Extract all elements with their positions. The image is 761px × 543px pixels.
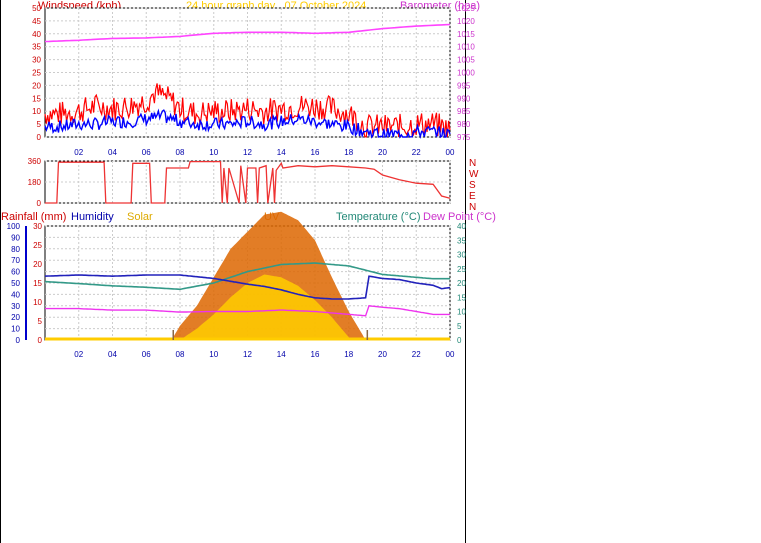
- wind-x-tick-label: 14: [277, 148, 286, 157]
- solar-legend: Solar: [127, 211, 153, 223]
- rainfall-y-tick-label: 5: [38, 317, 43, 326]
- temp-x-tick-label: 02: [74, 350, 83, 359]
- temp-x-tick-label: 12: [243, 350, 252, 359]
- barometer-y-tick-label: 985: [457, 107, 471, 116]
- temperature-y-tick-label: 25: [457, 265, 466, 274]
- compass-e: E: [469, 191, 476, 202]
- weather-chart: Windspeed (kph) 24 hour graph day , 07 O…: [0, 0, 496, 543]
- temp-x-tick-label: 22: [412, 350, 421, 359]
- compass-n-bottom: N: [469, 202, 476, 213]
- compass-n-top: N: [469, 158, 476, 169]
- temperature-legend: Temperature (°C): [336, 211, 420, 223]
- temperature-y-tick-label: 0: [457, 336, 462, 345]
- wind-barometer-panel: 0510152025303540455097598098599099510001…: [32, 4, 475, 157]
- humidity-y-tick-label: 20: [11, 313, 20, 322]
- temperature-y-tick-label: 35: [457, 236, 466, 245]
- humidity-y-tick-label: 10: [11, 325, 20, 334]
- rainfall-y-tick-label: 30: [33, 222, 42, 231]
- temperature-y-tick-label: 30: [457, 251, 466, 260]
- temp-x-tick-label: 10: [209, 350, 218, 359]
- barometer-y-tick-label: 990: [457, 94, 471, 103]
- temperature-y-tick-label: 10: [457, 308, 466, 317]
- temp-x-tick-label: 16: [311, 350, 320, 359]
- wind-y-tick-label: 15: [32, 94, 41, 103]
- humidity-y-tick-label: 40: [11, 290, 20, 299]
- compass-s: S: [469, 180, 476, 191]
- wind-x-tick-label: 20: [378, 148, 387, 157]
- wind-x-tick-label: 06: [142, 148, 151, 157]
- rainfall-y-tick-label: 10: [33, 298, 42, 307]
- temp-x-tick-label: 00: [446, 350, 455, 359]
- wind-y-tick-label: 35: [32, 43, 41, 52]
- wind-y-tick-label: 5: [37, 120, 42, 129]
- wind-y-tick-label: 40: [32, 30, 41, 39]
- wind-x-tick-label: 04: [108, 148, 117, 157]
- wind-y-tick-label: 10: [32, 107, 41, 116]
- temp-x-tick-label: 18: [344, 350, 353, 359]
- humidity-y-tick-label: 100: [7, 222, 21, 231]
- wind-x-tick-label: 12: [243, 148, 252, 157]
- humidity-y-tick-label: 50: [11, 279, 20, 288]
- direction-y-tick-label: 180: [28, 178, 42, 187]
- temp-x-tick-label: 20: [378, 350, 387, 359]
- rainfall-y-tick-label: 25: [33, 241, 42, 250]
- temperature-y-tick-label: 15: [457, 293, 466, 302]
- wind-x-tick-label: 18: [344, 148, 353, 157]
- wind-x-tick-label: 08: [176, 148, 185, 157]
- humidity-y-tick-label: 0: [16, 336, 21, 345]
- wind-y-tick-label: 45: [32, 17, 41, 26]
- barometer-y-tick-label: 1020: [457, 17, 475, 26]
- humidity-y-tick-label: 70: [11, 256, 20, 265]
- temp-x-tick-label: 06: [142, 350, 151, 359]
- humidity-y-tick-label: 60: [11, 268, 20, 277]
- humidity-y-tick-label: 90: [11, 233, 20, 242]
- temperature-y-tick-label: 5: [457, 322, 462, 331]
- temp-x-tick-label: 14: [277, 350, 286, 359]
- barometer-y-tick-label: 975: [457, 133, 471, 142]
- wind-y-tick-label: 25: [32, 69, 41, 78]
- wind-y-tick-label: 50: [32, 4, 41, 13]
- barometer-y-tick-label: 1015: [457, 30, 475, 39]
- barometer-y-tick-label: 1010: [457, 43, 475, 52]
- wind-x-tick-label: 16: [311, 148, 320, 157]
- wind-x-tick-label: 22: [412, 148, 421, 157]
- rainfall-y-tick-label: 15: [33, 279, 42, 288]
- barometer-y-tick-label: 1000: [457, 69, 475, 78]
- temperature-y-tick-label: 40: [457, 222, 466, 231]
- barometer-y-tick-label: 1005: [457, 56, 475, 65]
- direction-y-tick-label: 360: [28, 157, 42, 166]
- rainfall-y-tick-label: 20: [33, 260, 42, 269]
- humidity-y-tick-label: 30: [11, 302, 20, 311]
- wind-x-tick-label: 00: [446, 148, 455, 157]
- wind-direction-panel: 0 180 360: [28, 157, 451, 208]
- wind-y-tick-label: 20: [32, 81, 41, 90]
- temperature-humidity-panel: 0102030405060708090100051015202530051015…: [7, 211, 466, 359]
- wind-x-tick-label: 10: [209, 148, 218, 157]
- barometer-y-tick-label: 980: [457, 120, 471, 129]
- barometer-y-tick-label: 1025: [457, 4, 475, 13]
- temp-x-tick-label: 08: [176, 350, 185, 359]
- wind-x-tick-label: 02: [74, 148, 83, 157]
- wind-y-tick-label: 0: [37, 133, 42, 142]
- wind-y-tick-label: 30: [32, 56, 41, 65]
- barometer-y-tick-label: 995: [457, 81, 471, 90]
- compass-w: W: [469, 169, 479, 180]
- temp-x-tick-label: 04: [108, 350, 117, 359]
- rainfall-y-tick-label: 0: [38, 336, 43, 345]
- humidity-y-tick-label: 80: [11, 245, 20, 254]
- humidity-legend: Humidity: [71, 211, 114, 223]
- direction-y-tick-label: 0: [37, 199, 42, 208]
- temperature-y-tick-label: 20: [457, 279, 466, 288]
